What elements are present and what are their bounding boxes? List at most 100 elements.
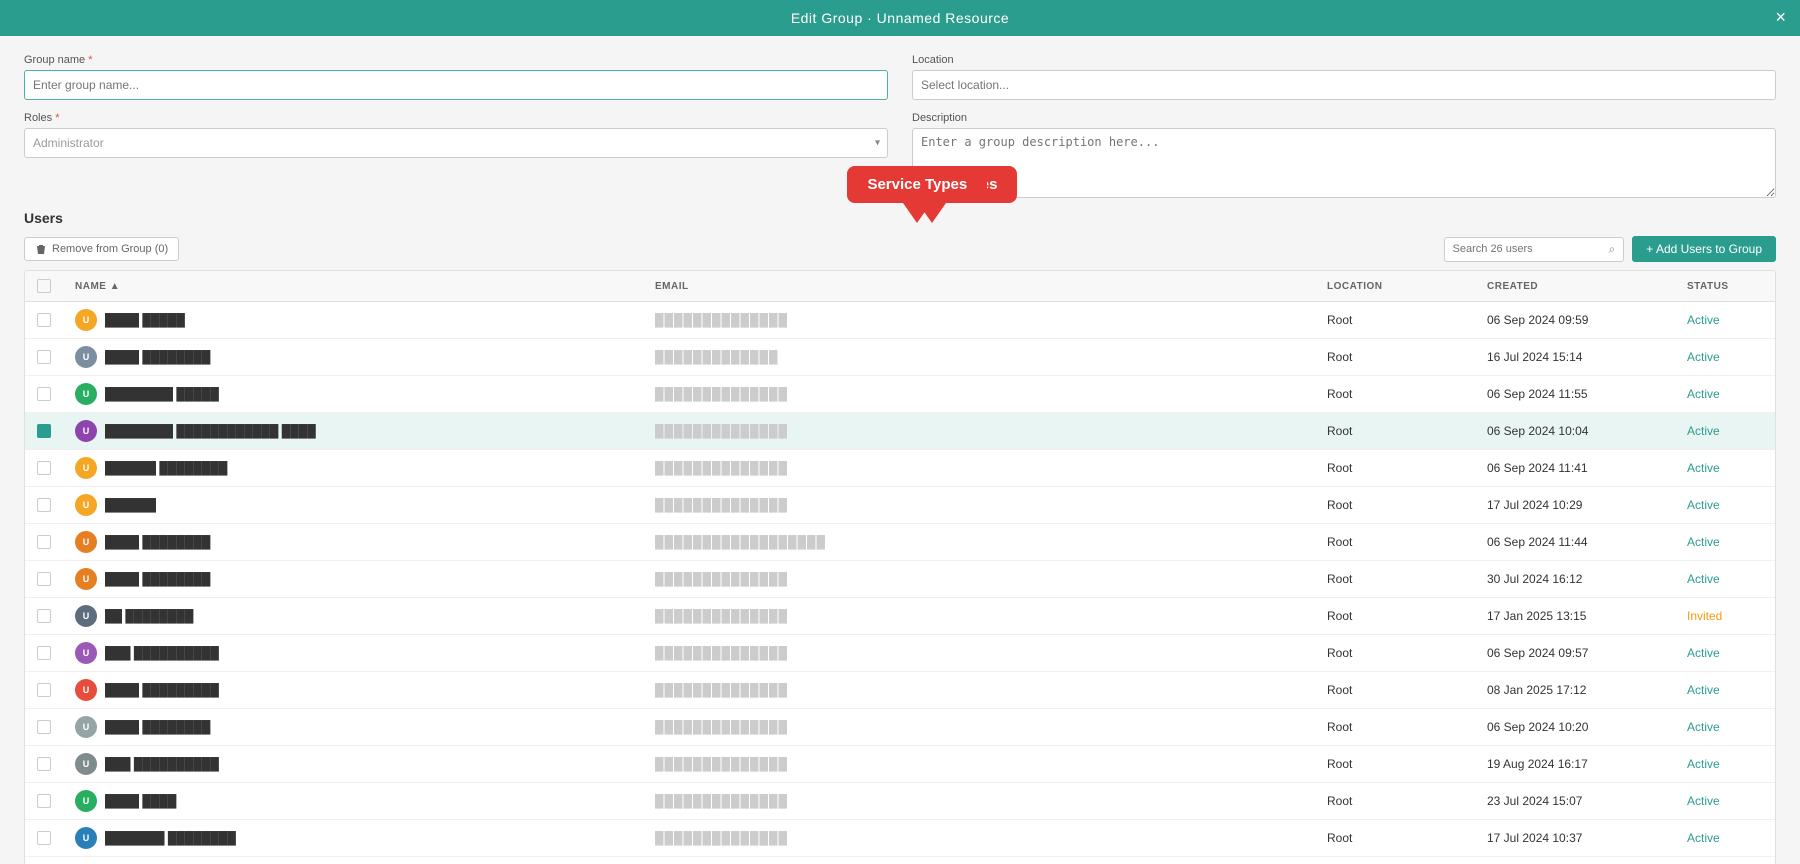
status-column-header[interactable]: STATUS [1675, 271, 1775, 302]
avatar: U [75, 457, 97, 479]
table-row: U ████ ████████ █████████████ Root 16 Ju… [25, 339, 1775, 376]
created-column-header[interactable]: CREATED [1475, 271, 1675, 302]
row-checkbox[interactable] [37, 535, 51, 549]
status-cell: Active [1675, 487, 1775, 524]
status-badge: Active [1687, 794, 1720, 808]
avatar: U [75, 309, 97, 331]
spacer-cell [943, 524, 1315, 561]
group-name-label: Group name * [24, 54, 888, 66]
created-cell: 06 Sep 2024 11:44 [1475, 524, 1675, 561]
location-cell: Root [1315, 746, 1475, 783]
email-cell: ██████████████ [643, 672, 943, 709]
search-icon: ⌕ [1609, 242, 1616, 257]
avatar: U [75, 679, 97, 701]
group-name-input[interactable] [24, 70, 888, 100]
table-row: U ██████ ████████ ██████████████ Root 06… [25, 450, 1775, 487]
row-checkbox-cell [25, 783, 63, 820]
email-cell: ██████████████████ [643, 524, 943, 561]
created-cell: 16 Jul 2024 15:14 [1475, 339, 1675, 376]
spacer-cell [943, 746, 1315, 783]
row-checkbox[interactable] [37, 831, 51, 845]
row-checkbox[interactable] [37, 350, 51, 364]
email-cell: ██████████████ [643, 820, 943, 857]
search-input[interactable] [1453, 243, 1603, 255]
email-column-header[interactable]: EMAIL [643, 271, 943, 302]
description-textarea[interactable] [912, 128, 1776, 198]
user-name: ██████ ████████ [105, 461, 227, 475]
user-email: ██████████████ [655, 424, 788, 438]
form-row-2: Roles * Administrator ▾ Description [24, 112, 1776, 198]
location-cell: Root [1315, 413, 1475, 450]
row-checkbox[interactable] [37, 313, 51, 327]
name-cell: U ███████ ████████ [63, 820, 643, 857]
row-checkbox-cell [25, 672, 63, 709]
table-row: U ███ ██████████ ██████████████ Root 06 … [25, 635, 1775, 672]
user-name: ████ ████████ [105, 720, 210, 734]
name-cell: U ███ ██████████ [63, 635, 643, 672]
avatar: U [75, 716, 97, 738]
status-cell: Active [1675, 746, 1775, 783]
email-cell: ██████████████ [643, 450, 943, 487]
avatar: U [75, 790, 97, 812]
row-checkbox[interactable] [37, 794, 51, 808]
trash-icon [35, 243, 47, 255]
row-checkbox[interactable] [37, 683, 51, 697]
user-email: ██████████████ [655, 831, 788, 845]
select-all-header [25, 271, 63, 302]
created-cell: 08 Jan 2025 17:12 [1475, 672, 1675, 709]
user-email: ██████████████ [655, 609, 788, 623]
name-cell: U ████████ ████████████ ████ [63, 413, 643, 450]
row-checkbox[interactable] [37, 461, 51, 475]
roles-required: * [55, 112, 59, 124]
user-name: ████ ████████ [105, 350, 210, 364]
user-email: ██████████████████ [655, 535, 826, 549]
users-table: NAME ▲ EMAIL LOCATION CREATED STATUS [25, 271, 1775, 864]
row-checkbox[interactable] [37, 646, 51, 660]
status-cell: Active [1675, 524, 1775, 561]
location-cell: Root [1315, 672, 1475, 709]
row-checkbox[interactable] [37, 498, 51, 512]
row-checkbox[interactable] [37, 572, 51, 586]
spacer-cell [943, 783, 1315, 820]
user-name: ████ █████ [105, 313, 185, 327]
spacer-header [943, 271, 1315, 302]
location-input[interactable] [912, 70, 1776, 100]
user-name: ██████ [105, 498, 156, 512]
name-cell: U ████ ████ [63, 783, 643, 820]
status-cell: Active [1675, 857, 1775, 864]
row-checkbox[interactable] [37, 387, 51, 401]
group-name-field: Group name * [24, 54, 888, 100]
location-column-header[interactable]: LOCATION [1315, 271, 1475, 302]
created-cell: 19 Aug 2024 16:17 [1475, 746, 1675, 783]
user-email: ██████████████ [655, 720, 788, 734]
row-checkbox[interactable] [37, 424, 51, 438]
row-checkbox[interactable] [37, 757, 51, 771]
row-checkbox-cell [25, 857, 63, 864]
avatar: U [75, 568, 97, 590]
row-checkbox[interactable] [37, 609, 51, 623]
created-cell: 06 Sep 2024 09:59 [1475, 302, 1675, 339]
status-cell: Active [1675, 635, 1775, 672]
add-users-button[interactable]: + Add Users to Group [1632, 236, 1776, 262]
email-cell: ██████████████ [643, 487, 943, 524]
avatar: U [75, 420, 97, 442]
required-marker: * [88, 54, 92, 66]
status-cell: Active [1675, 450, 1775, 487]
table-row: U ████ ████████ ██████████████ Root 30 J… [25, 561, 1775, 598]
table-header: NAME ▲ EMAIL LOCATION CREATED STATUS [25, 271, 1775, 302]
remove-from-group-button[interactable]: Remove from Group (0) [24, 237, 179, 261]
select-all-checkbox[interactable] [37, 279, 51, 293]
users-section: Users Remove from Group (0) [24, 210, 1776, 864]
location-cell: Root [1315, 598, 1475, 635]
name-column-header[interactable]: NAME ▲ [63, 271, 643, 302]
location-cell: Root [1315, 635, 1475, 672]
row-checkbox-cell [25, 746, 63, 783]
row-checkbox[interactable] [37, 720, 51, 734]
user-name: ███████ ████████ [105, 831, 236, 845]
status-badge: Active [1687, 461, 1720, 475]
status-cell: Invited [1675, 598, 1775, 635]
name-cell: U ████ ████████ [63, 524, 643, 561]
status-cell: Active [1675, 413, 1775, 450]
close-button[interactable]: × [1775, 8, 1786, 26]
roles-select[interactable]: Administrator [24, 128, 888, 158]
